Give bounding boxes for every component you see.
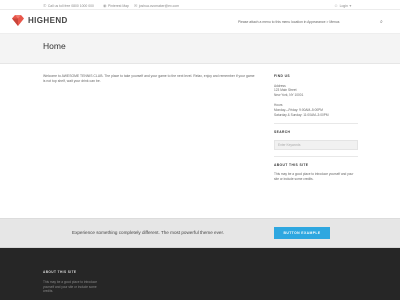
page-content: Welcome to AWESOME TENNIS CLUB. The plac…: [43, 74, 255, 84]
footer-about-heading: ABOUT THIS SITE: [43, 270, 77, 274]
footer-about-text: This may be a good place to introduce yo…: [43, 280, 98, 294]
hours-line2: Saturday & Sunday: 11:00AM–3:00PM: [274, 112, 329, 117]
login-link[interactable]: ☺ Login ▾: [334, 3, 351, 8]
page-title: Home: [43, 41, 66, 51]
user-icon: ☺: [334, 3, 339, 8]
topbar-map-link[interactable]: ◉ Pinterest Map: [103, 3, 129, 8]
diamond-logo-icon: [12, 15, 24, 26]
divider: [274, 123, 358, 125]
site-logo[interactable]: HIGHEND: [12, 15, 68, 26]
cta-button[interactable]: BUTTON EXAMPLE: [274, 227, 330, 239]
topbar-phone: ✆ Call us toll free 0800 1000 000: [43, 3, 94, 8]
search-input[interactable]: Enter Keywords: [274, 139, 358, 150]
cta-text: Experience something completely differen…: [72, 230, 225, 235]
map-pin-icon: ◉: [103, 3, 107, 8]
phone-icon: ✆: [43, 3, 47, 8]
logo-text: HIGHEND: [28, 16, 68, 25]
topbar-phone-text: Call us toll free 0800 1000 000: [47, 3, 94, 8]
divider: [274, 155, 358, 157]
about-heading: ABOUT THIS SITE: [274, 162, 309, 167]
sidebar: FIND US Address 123 Main Street New York…: [274, 74, 358, 182]
hours-block: Hours Monday—Friday: 9:00AM–5:00PM Satur…: [274, 103, 358, 117]
search-heading: SEARCH: [274, 130, 291, 135]
address-block: Address 123 Main Street New York, NY 100…: [274, 84, 358, 98]
find-us-heading: FIND US: [274, 74, 290, 78]
menu-notice: Please attach a menu to this menu locati…: [238, 20, 340, 24]
search-icon[interactable]: ⌕: [380, 19, 383, 25]
chevron-down-icon: ▾: [349, 3, 352, 8]
topbar-map-text: Pinterest Map: [108, 3, 129, 8]
site-header: HIGHEND Please attach a menu to this men…: [0, 10, 400, 34]
topbar-email-link[interactable]: ✉ joshua.ovomaker@ex.com: [134, 3, 179, 8]
about-text: This may be a good place to introduce yo…: [274, 172, 354, 181]
top-bar: ✆ Call us toll free 0800 1000 000 ◉ Pint…: [0, 0, 400, 10]
login-label: Login: [339, 3, 348, 8]
address-line2: New York, NY 10001: [274, 92, 304, 97]
mail-icon: ✉: [134, 3, 138, 8]
topbar-email-text: joshua.ovomaker@ex.com: [138, 3, 180, 8]
